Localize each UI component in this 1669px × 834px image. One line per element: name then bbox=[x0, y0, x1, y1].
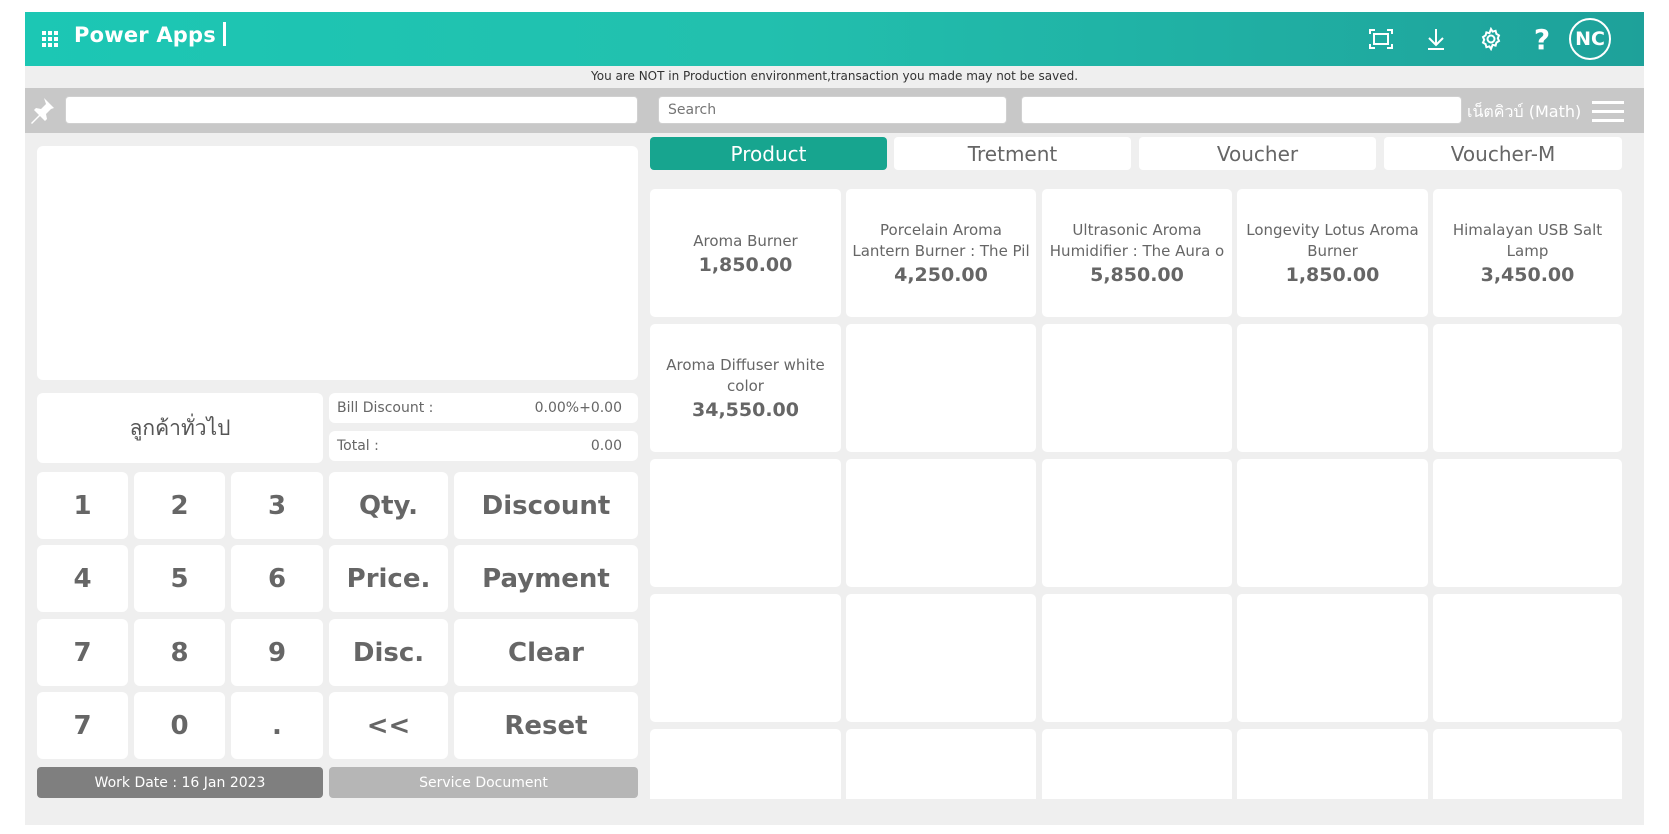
total-value: 0.00 bbox=[590, 438, 622, 454]
fit-screen-icon[interactable] bbox=[1366, 24, 1396, 54]
product-name: Ultrasonic Aroma Humidifier : The Aura o bbox=[1049, 221, 1225, 260]
tab-tretment[interactable]: Tretment bbox=[894, 137, 1131, 170]
product-tile[interactable]: Ultrasonic Aroma Humidifier : The Aura o… bbox=[1042, 189, 1232, 317]
product-tile[interactable]: Aroma Diffuser white color 34,550.00 bbox=[650, 324, 841, 452]
empty-tile bbox=[1237, 459, 1428, 587]
gear-icon[interactable] bbox=[1476, 24, 1506, 54]
bill-discount-label: Bill Discount : bbox=[337, 400, 434, 416]
order-list-area bbox=[37, 146, 638, 380]
reset-button[interactable]: Reset bbox=[454, 692, 638, 759]
product-name: Himalayan USB Salt Lamp bbox=[1452, 221, 1603, 260]
product-price: 5,850.00 bbox=[1090, 264, 1184, 286]
discount-button[interactable]: Discount bbox=[454, 472, 638, 539]
qty-button[interactable]: Qty. bbox=[329, 472, 448, 539]
user-name: เน็ตคิวบ์ (Math) bbox=[1467, 102, 1582, 121]
key-8[interactable]: 8 bbox=[134, 619, 225, 686]
product-name: Porcelain Aroma Lantern Burner : The Pil bbox=[852, 221, 1030, 260]
empty-tile bbox=[1433, 459, 1622, 587]
download-icon[interactable] bbox=[1421, 24, 1451, 54]
top-bar: Power Apps ? NC bbox=[25, 12, 1644, 66]
key-7[interactable]: 7 bbox=[37, 619, 128, 686]
product-price: 34,550.00 bbox=[692, 399, 799, 421]
customer-name: ลูกค้าทั่วไป bbox=[129, 415, 231, 440]
hamburger-icon[interactable] bbox=[1592, 101, 1624, 123]
product-price: 4,250.00 bbox=[894, 264, 988, 286]
product-price: 3,450.00 bbox=[1480, 264, 1575, 286]
empty-tile bbox=[1042, 324, 1232, 452]
product-tile[interactable]: Aroma Burner 1,850.00 bbox=[650, 189, 841, 317]
service-document-button[interactable]: Service Document bbox=[329, 767, 638, 798]
empty-tile bbox=[650, 459, 841, 587]
pin-icon[interactable] bbox=[27, 95, 57, 125]
key-3[interactable]: 3 bbox=[231, 472, 323, 539]
key-dot[interactable]: . bbox=[231, 692, 323, 759]
work-date-button[interactable]: Work Date : 16 Jan 2023 bbox=[37, 767, 323, 798]
avatar[interactable]: NC bbox=[1569, 18, 1611, 60]
key-4[interactable]: 4 bbox=[37, 545, 128, 612]
payment-button[interactable]: Payment bbox=[454, 545, 638, 612]
product-name: Aroma Burner bbox=[693, 231, 798, 250]
empty-tile bbox=[650, 594, 841, 722]
backspace-button[interactable]: << bbox=[329, 692, 448, 759]
product-name: Aroma Diffuser white color bbox=[666, 356, 825, 395]
empty-tile bbox=[846, 729, 1036, 799]
filter-field[interactable] bbox=[1021, 96, 1462, 124]
key-5[interactable]: 5 bbox=[134, 545, 225, 612]
key-0[interactable]: 0 bbox=[134, 692, 225, 759]
product-tile[interactable]: Longevity Lotus Aroma Burner 1,850.00 bbox=[1237, 189, 1428, 317]
key-6[interactable]: 6 bbox=[231, 545, 323, 612]
empty-tile bbox=[1433, 594, 1622, 722]
disc-button[interactable]: Disc. bbox=[329, 619, 448, 686]
empty-tile bbox=[1042, 459, 1232, 587]
environment-banner: You are NOT in Production environment,tr… bbox=[25, 66, 1644, 86]
empty-tile bbox=[846, 594, 1036, 722]
empty-tile bbox=[650, 729, 841, 799]
product-price: 1,850.00 bbox=[1285, 264, 1380, 286]
empty-tile bbox=[846, 324, 1036, 452]
app-title: Power Apps bbox=[74, 22, 226, 47]
customer-box[interactable]: ลูกค้าทั่วไป bbox=[37, 393, 323, 463]
empty-tile bbox=[1237, 594, 1428, 722]
key-9[interactable]: 9 bbox=[231, 619, 323, 686]
bill-discount-value: 0.00%+0.00 bbox=[534, 400, 622, 416]
key-7-bottom[interactable]: 7 bbox=[37, 692, 128, 759]
app-frame: Power Apps ? NC You are NOT in Productio… bbox=[25, 12, 1644, 825]
empty-tile bbox=[1433, 729, 1622, 799]
empty-tile bbox=[1042, 729, 1232, 799]
customer-search-field[interactable] bbox=[65, 96, 638, 124]
waffle-icon[interactable] bbox=[38, 27, 62, 51]
empty-tile bbox=[846, 459, 1036, 587]
price-button[interactable]: Price. bbox=[329, 545, 448, 612]
product-name: Longevity Lotus Aroma Burner bbox=[1246, 221, 1419, 260]
search-row: เน็ตคิวบ์ (Math) bbox=[25, 88, 1644, 133]
product-tile[interactable]: Himalayan USB Salt Lamp 3,450.00 bbox=[1433, 189, 1622, 317]
help-icon[interactable]: ? bbox=[1527, 23, 1557, 56]
key-2[interactable]: 2 bbox=[134, 472, 225, 539]
tab-product[interactable]: Product bbox=[650, 137, 887, 170]
empty-tile bbox=[1433, 324, 1622, 452]
product-price: 1,850.00 bbox=[698, 253, 793, 276]
total-row: Total : 0.00 bbox=[329, 431, 638, 461]
bill-discount-row: Bill Discount : 0.00%+0.00 bbox=[329, 393, 638, 423]
empty-tile bbox=[1042, 594, 1232, 722]
empty-tile bbox=[1237, 324, 1428, 452]
clear-button[interactable]: Clear bbox=[454, 619, 638, 686]
tab-voucher[interactable]: Voucher bbox=[1139, 137, 1376, 170]
key-1[interactable]: 1 bbox=[37, 472, 128, 539]
tab-voucher-m[interactable]: Voucher-M bbox=[1384, 137, 1622, 170]
total-label: Total : bbox=[337, 438, 379, 454]
product-tile[interactable]: Porcelain Aroma Lantern Burner : The Pil… bbox=[846, 189, 1036, 317]
search-input[interactable] bbox=[658, 96, 1007, 124]
empty-tile bbox=[1237, 729, 1428, 799]
